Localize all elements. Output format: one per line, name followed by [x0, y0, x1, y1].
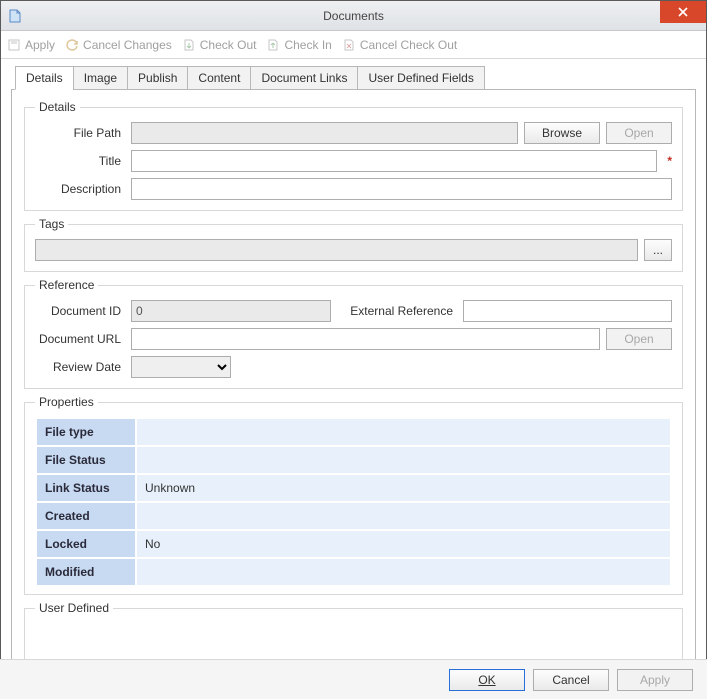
- title-input[interactable]: [131, 150, 657, 172]
- document-id-input: [131, 300, 331, 322]
- prop-value: [136, 418, 671, 446]
- toolbar-cancel-check-out-label: Cancel Check Out: [360, 38, 457, 52]
- tab-strip: Details Image Publish Content Document L…: [15, 65, 696, 89]
- group-user-defined-legend: User Defined: [35, 601, 113, 615]
- tags-input: [35, 239, 638, 261]
- group-details-legend: Details: [35, 100, 80, 114]
- prop-key: File Status: [36, 446, 136, 474]
- table-row: File type: [36, 418, 671, 446]
- ok-button[interactable]: OK: [449, 669, 525, 691]
- group-properties: Properties File type File Status Link St…: [24, 395, 683, 595]
- prop-key: Created: [36, 502, 136, 530]
- dialog-footer: OK Cancel Apply: [0, 659, 707, 699]
- document-url-label: Document URL: [35, 332, 125, 346]
- apply-button: Apply: [617, 669, 693, 691]
- review-date-label: Review Date: [35, 360, 125, 374]
- table-row: File Status: [36, 446, 671, 474]
- prop-value: No: [136, 530, 671, 558]
- group-user-defined: User Defined: [24, 601, 683, 661]
- description-input[interactable]: [131, 178, 672, 200]
- toolbar-apply-label: Apply: [25, 38, 55, 52]
- titlebar: Documents: [1, 1, 706, 31]
- prop-value: [136, 446, 671, 474]
- table-row: Created: [36, 502, 671, 530]
- tab-details[interactable]: Details: [15, 66, 74, 90]
- tab-document-links[interactable]: Document Links: [250, 66, 358, 90]
- toolbar-cancel-changes[interactable]: Cancel Changes: [65, 38, 172, 52]
- group-tags-legend: Tags: [35, 217, 68, 231]
- group-reference: Reference Document ID External Reference…: [24, 278, 683, 389]
- title-label: Title: [35, 154, 125, 168]
- table-row: Link StatusUnknown: [36, 474, 671, 502]
- group-properties-legend: Properties: [35, 395, 98, 409]
- table-row: LockedNo: [36, 530, 671, 558]
- open-url-button: Open: [606, 328, 672, 350]
- tab-user-defined-fields[interactable]: User Defined Fields: [357, 66, 484, 90]
- prop-key: Locked: [36, 530, 136, 558]
- table-row: Modified: [36, 558, 671, 586]
- cancel-button[interactable]: Cancel: [533, 669, 609, 691]
- group-reference-legend: Reference: [35, 278, 98, 292]
- document-id-label: Document ID: [35, 304, 125, 318]
- open-file-button: Open: [606, 122, 672, 144]
- external-reference-label: External Reference: [337, 304, 457, 318]
- tab-publish[interactable]: Publish: [127, 66, 188, 90]
- prop-key: File type: [36, 418, 136, 446]
- prop-key: Link Status: [36, 474, 136, 502]
- description-label: Description: [35, 182, 125, 196]
- toolbar-check-out[interactable]: Check Out: [182, 38, 257, 52]
- tags-picker-button[interactable]: ...: [644, 239, 672, 261]
- document-url-input[interactable]: [131, 328, 600, 350]
- prop-value: [136, 558, 671, 586]
- external-reference-input[interactable]: [463, 300, 672, 322]
- toolbar: Apply Cancel Changes Check Out Check In …: [1, 31, 706, 59]
- window-title: Documents: [1, 9, 706, 23]
- file-path-label: File Path: [35, 126, 125, 140]
- browse-button[interactable]: Browse: [524, 122, 600, 144]
- review-date-select[interactable]: [131, 356, 231, 378]
- toolbar-check-in-label: Check In: [284, 38, 331, 52]
- toolbar-cancel-changes-label: Cancel Changes: [83, 38, 172, 52]
- toolbar-apply[interactable]: Apply: [7, 38, 55, 52]
- title-required-icon: *: [667, 154, 672, 168]
- toolbar-check-out-label: Check Out: [200, 38, 257, 52]
- file-path-input: [131, 122, 518, 144]
- group-tags: Tags ...: [24, 217, 683, 272]
- toolbar-cancel-check-out[interactable]: Cancel Check Out: [342, 38, 457, 52]
- prop-value: Unknown: [136, 474, 671, 502]
- tab-image[interactable]: Image: [73, 66, 128, 90]
- toolbar-check-in[interactable]: Check In: [266, 38, 331, 52]
- properties-table: File type File Status Link StatusUnknown…: [35, 417, 672, 587]
- tab-content[interactable]: Content: [187, 66, 251, 90]
- prop-key: Modified: [36, 558, 136, 586]
- group-details: Details File Path Browse Open Title * De…: [24, 100, 683, 211]
- prop-value: [136, 502, 671, 530]
